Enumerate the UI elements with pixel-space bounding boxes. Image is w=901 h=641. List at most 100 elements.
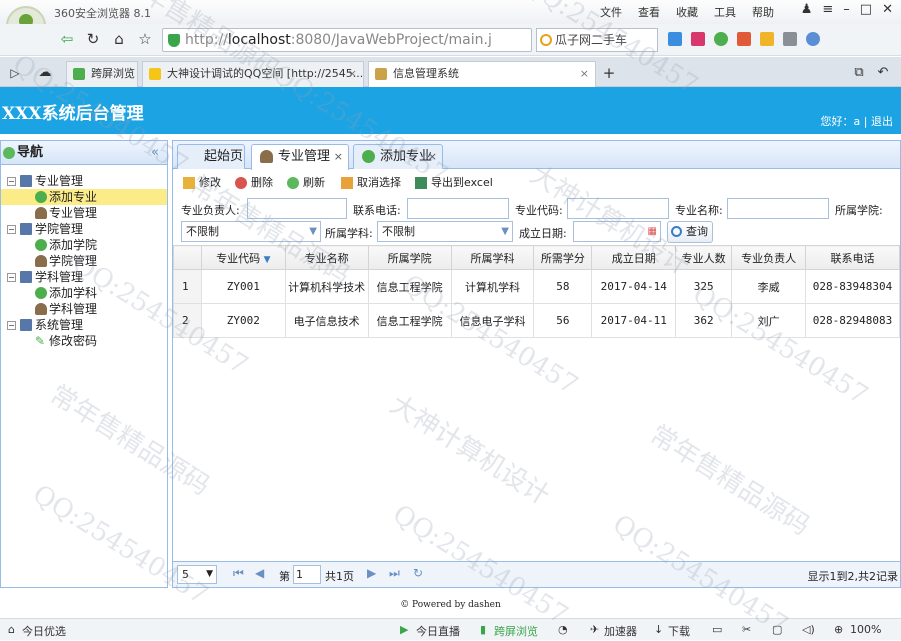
screenshot-icon[interactable] [760,32,774,46]
menu-view[interactable]: 查看 [638,4,660,20]
new-tab-icon[interactable]: + [598,63,620,83]
delete-button[interactable]: 删除 [235,174,273,192]
next-page-icon[interactable]: ▶ [367,566,376,580]
speaker-icon[interactable]: ◁) [802,623,815,636]
menu-help[interactable]: 帮助 [752,4,774,20]
window-icon[interactable]: ▢ [772,623,782,636]
table-row[interactable]: 2 ZY002 电子信息技术 信息工程学院 信息电子学科 56 2017-04-… [173,303,900,338]
tab-qq-space[interactable]: 大神设计调试的QQ空间 [http://2545...] × [142,61,364,87]
status-live[interactable]: 今日直播 [416,623,460,639]
print-icon[interactable]: ▭ [712,623,722,636]
leader-input[interactable] [247,198,347,219]
zoom-level[interactable]: 100% [850,623,881,636]
star-icon[interactable]: ☆ [134,29,156,49]
tree-group-system[interactable]: − 系统管理 [1,317,167,333]
zoom-search-icon[interactable] [806,32,820,46]
sidebar-item-add-major[interactable]: 添加专业 [1,189,167,205]
minimize-icon[interactable]: – [843,2,850,17]
phone-input[interactable] [407,198,509,219]
undo-close-icon[interactable]: ↶ [872,63,894,83]
column-header[interactable]: 成立日期 [591,245,677,270]
tab-major-manage[interactable]: 专业管理 × [251,144,349,170]
prev-page-icon[interactable]: ◀ [255,566,264,580]
skin-icon[interactable]: ♟ [801,2,813,17]
edit-button[interactable]: 修改 [183,174,221,192]
menu-favorites[interactable]: 收藏 [676,4,698,20]
search-input[interactable]: 瓜子网二手车 [536,28,658,52]
college-select[interactable]: 不限制 ▼ [181,221,321,242]
home-icon[interactable]: ⌂ [108,29,130,49]
expand-icon[interactable]: − [7,177,16,186]
page-number-input[interactable]: 1 [293,565,321,584]
sidebar-item-add-subject[interactable]: 添加学科 [1,285,167,301]
menu-file[interactable]: 文件 [600,4,622,20]
add-icon [35,191,47,203]
close-tab-icon[interactable]: × [580,62,589,86]
page-size-select[interactable]: 5 ▼ [177,565,217,584]
status-cross-screen[interactable]: 跨屏浏览 [494,623,538,639]
expand-icon[interactable]: − [7,225,16,234]
tab-home[interactable]: 起始页 [177,144,245,169]
first-page-icon[interactable]: ⏮ [233,566,244,581]
column-header[interactable]: 专业人数 [675,245,733,270]
column-header[interactable]: 所属学科 [450,245,535,270]
sidebar-item-change-password[interactable]: ✎ 修改密码 [1,333,167,349]
sidebar-item-major-manage[interactable]: 专业管理 [1,205,167,221]
speed-icon[interactable]: ◔ [558,623,568,636]
table-row[interactable]: 1 ZY001 计算机科学技术 信息工程学院 计算机学科 58 2017-04-… [173,269,900,304]
query-button[interactable]: 查询 [667,221,713,243]
collapse-icon[interactable]: « [151,141,159,164]
menu-tools[interactable]: 工具 [714,4,736,20]
status-featured[interactable]: 今日优选 [22,623,66,639]
subject-select[interactable]: 不限制 ▼ [377,221,513,242]
cut-icon[interactable]: ✂ [742,623,751,636]
column-header[interactable]: 所需学分 [533,245,593,270]
status-download[interactable]: 下载 [668,623,690,639]
deselect-button[interactable]: 取消选择 [341,174,401,192]
sidebar-item-add-college[interactable]: 添加学院 [1,237,167,253]
reload-icon[interactable]: ↻ [82,29,104,49]
column-header[interactable]: 所属学院 [367,245,452,270]
status-accelerator[interactable]: 加速器 [604,623,637,639]
options-icon[interactable]: ≡ [822,2,833,17]
ad-block-icon[interactable] [737,32,751,46]
close-tab-icon[interactable]: × [334,145,343,168]
translate-icon[interactable] [783,32,797,46]
back-icon[interactable]: ⇦ [56,29,78,49]
expand-icon[interactable]: − [7,273,16,282]
column-header[interactable]: 联系电话 [805,245,900,270]
export-excel-button[interactable]: 导出到excel [415,174,493,192]
mail-icon[interactable] [691,32,705,46]
maximize-icon[interactable]: □ [860,2,872,17]
reload-page-icon[interactable]: ↻ [413,566,423,580]
logout-link[interactable]: 退出 [871,115,893,128]
tree-group-subject[interactable]: − 学科管理 [1,269,167,285]
sidebar-item-subject-manage[interactable]: 学科管理 [1,301,167,317]
close-window-icon[interactable]: ✕ [882,2,893,17]
apps-icon[interactable] [668,32,682,46]
column-header[interactable]: 专业代码 ▼ [200,245,286,270]
column-header[interactable]: 专业名称 [284,245,369,270]
expand-icon[interactable]: − [7,321,16,330]
sidebar-item-college-manage[interactable]: 学院管理 [1,253,167,269]
tree-group-college[interactable]: − 学院管理 [1,221,167,237]
column-header[interactable]: 专业负责人 [731,245,807,270]
cloud-icon[interactable]: ☁ [34,63,56,83]
last-page-icon[interactable]: ⏭ [389,566,400,581]
sidebar-toggle-icon[interactable]: ▷ [4,63,26,83]
name-input[interactable] [727,198,829,219]
code-input[interactable] [567,198,669,219]
restore-tabs-icon[interactable]: ⧉ [848,63,870,83]
cell-name: 计算机科学技术 [284,269,369,304]
tab-add-major[interactable]: 添加专业 × [353,144,443,169]
tree-group-major[interactable]: − 专业管理 [1,173,167,189]
tab-cross-screen[interactable]: 跨屏浏览 [66,61,138,87]
tab-info-system[interactable]: 信息管理系统 × [368,61,596,88]
refresh-button[interactable]: 刷新 [287,174,325,192]
address-bar[interactable]: http://localhost:8080/JavaWebProject/mai… [162,28,532,52]
date-input[interactable]: ▦ [573,221,661,242]
close-tab-icon[interactable]: × [348,62,357,86]
close-tab-icon[interactable]: × [428,145,437,168]
money-icon[interactable] [714,32,728,46]
calendar-icon[interactable]: ▦ [648,222,657,241]
